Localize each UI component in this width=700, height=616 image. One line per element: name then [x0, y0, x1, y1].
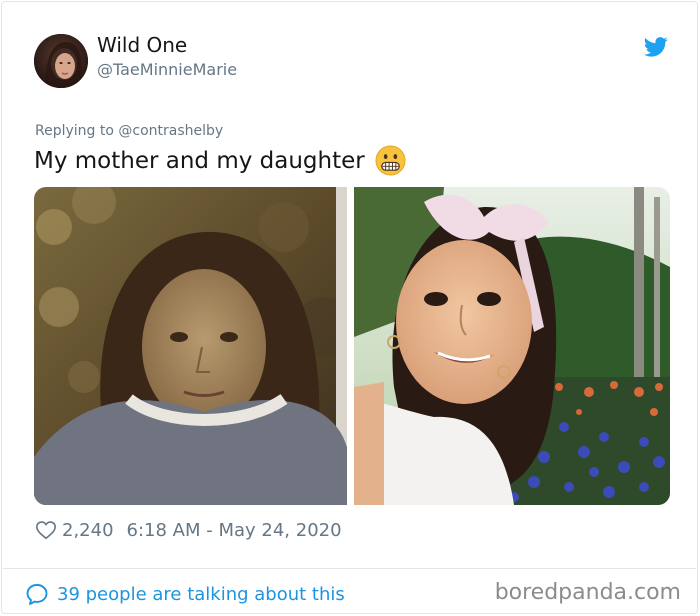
tweet-card: Wild One @TaeMinnieMarie Replying to @co… [1, 1, 698, 614]
speech-bubble-icon [26, 584, 48, 605]
replying-to-label: Replying to [35, 123, 114, 139]
watermark: boredpanda.com [494, 580, 681, 605]
tweet-text: My mother and my daughter [34, 145, 406, 176]
reply-mention-link[interactable]: @contrashelby [118, 123, 223, 139]
daughter-photo-image [354, 187, 670, 505]
mother-childhood-photo[interactable] [34, 187, 347, 505]
tweet-text-content: My mother and my daughter [34, 147, 365, 174]
daughter-selfie-photo[interactable] [354, 187, 670, 505]
avatar-image [34, 34, 88, 88]
heart-outline-icon[interactable] [35, 519, 57, 541]
conversation-link[interactable]: 39 people are talking about this [25, 580, 345, 608]
mother-photo-image [34, 187, 347, 505]
like-count[interactable]: 2,240 [62, 520, 114, 541]
display-name[interactable]: Wild One [97, 33, 187, 57]
tweet-meta: 2,240 6:18 AM - May 24, 2020 [35, 517, 342, 543]
replying-to: Replying to @contrashelby [35, 123, 223, 139]
avatar[interactable] [34, 34, 88, 88]
twitter-bird-icon[interactable] [644, 36, 668, 58]
user-handle[interactable]: @TaeMinnieMarie [97, 60, 237, 79]
conversation-label[interactable]: 39 people are talking about this [57, 584, 345, 605]
grimacing-face-emoji-icon [375, 145, 406, 176]
tweet-timestamp[interactable]: 6:18 AM - May 24, 2020 [127, 520, 342, 541]
footer-divider [3, 568, 696, 569]
